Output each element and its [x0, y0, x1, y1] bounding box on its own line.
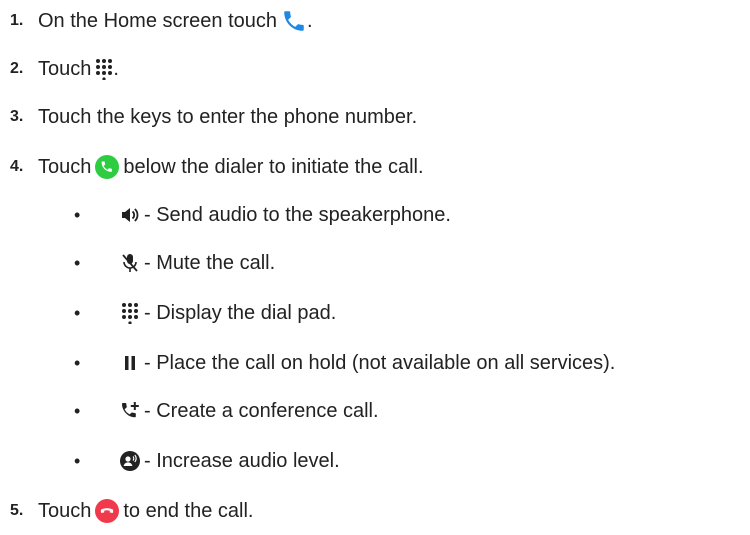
- dialpad-icon: [120, 302, 140, 324]
- step-1: 1. On the Home screen touch .: [0, 1, 313, 41]
- sub-item-increase-audio: - Increase audio level.: [120, 441, 340, 481]
- step-number: 2.: [10, 60, 24, 77]
- sub-item-text: - Send audio to the speakerphone.: [144, 203, 451, 226]
- step-2: 2. Touch .: [0, 49, 119, 89]
- end-call-icon: [95, 499, 120, 523]
- sub-item-dialpad: - Display the dial pad.: [120, 293, 336, 333]
- sub-item-speaker: - Send audio to the speakerphone.: [120, 195, 451, 235]
- step-4: 4. Touch below the dialer to initiate th…: [0, 147, 424, 187]
- step-text: Touch the keys to enter the phone number…: [38, 105, 418, 128]
- step-text: Touch: [38, 57, 92, 80]
- pause-icon: [120, 352, 140, 374]
- phone-app-icon: [281, 8, 307, 34]
- mute-microphone-icon: [120, 252, 140, 274]
- bullet: •: [74, 451, 81, 471]
- bullet: •: [74, 401, 81, 421]
- step-number: 5.: [10, 502, 24, 519]
- speaker-icon: [120, 204, 140, 226]
- call-button-icon: [95, 155, 120, 179]
- sub-item-text: - Mute the call.: [144, 251, 276, 274]
- step-number: 4.: [10, 158, 24, 175]
- sub-item-mute: - Mute the call.: [120, 243, 275, 283]
- sub-item-text: - Place the call on hold (not available …: [144, 351, 616, 374]
- bullet: •: [74, 303, 81, 323]
- step-text-suffix: to end the call.: [123, 499, 254, 522]
- increase-audio-icon: [120, 450, 140, 472]
- add-call-icon: [120, 400, 140, 422]
- dialpad-icon: [95, 58, 113, 80]
- step-3: 3. Touch the keys to enter the phone num…: [0, 97, 417, 137]
- sub-item-conference: - Create a conference call.: [120, 391, 379, 431]
- step-5: 5. Touch to end the call.: [0, 491, 253, 531]
- sub-item-text: - Create a conference call.: [144, 399, 379, 422]
- bullet: •: [74, 253, 81, 273]
- step-text-suffix: below the dialer to initiate the call.: [123, 155, 424, 178]
- bullet: •: [74, 205, 81, 225]
- step-text-suffix: .: [307, 9, 313, 32]
- instructions-document: 1. On the Home screen touch . 2. Touch .: [0, 0, 750, 535]
- step-text: On the Home screen touch: [38, 9, 278, 32]
- sub-item-hold: - Place the call on hold (not available …: [120, 343, 615, 383]
- sub-item-text: - Display the dial pad.: [144, 301, 337, 324]
- step-text: Touch: [38, 499, 92, 522]
- sub-item-text: - Increase audio level.: [144, 449, 340, 472]
- bullet: •: [74, 353, 81, 373]
- step-text: Touch: [38, 155, 92, 178]
- step-text-suffix: .: [113, 57, 119, 80]
- step-number: 1.: [10, 12, 24, 29]
- step-number: 3.: [10, 108, 24, 125]
